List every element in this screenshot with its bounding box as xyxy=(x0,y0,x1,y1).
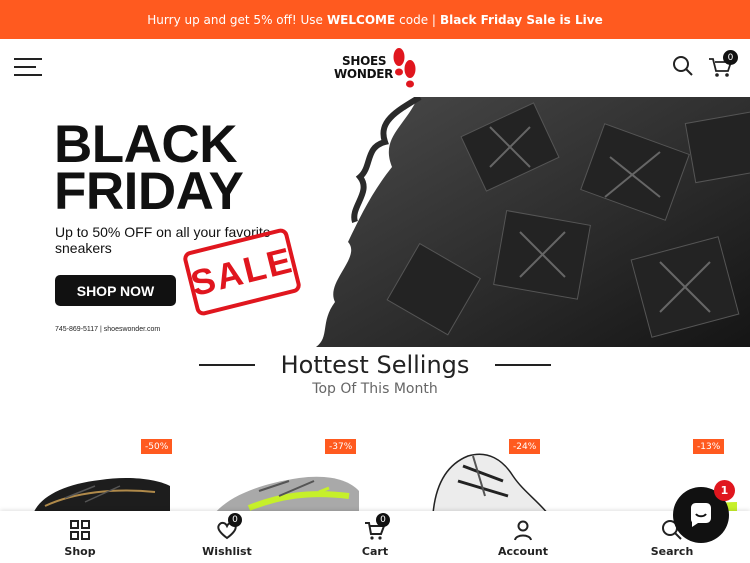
cart-count: 0 xyxy=(376,513,390,527)
bottom-navigation: Shop 0 Wishlist 0 Cart Account Search xyxy=(0,511,750,563)
product-card[interactable]: -50% xyxy=(5,436,185,514)
section-title: Hottest Sellings xyxy=(280,351,470,379)
site-header: SHOES WONDER 0 xyxy=(0,39,750,97)
section-subtitle: Top Of This Month xyxy=(312,381,438,397)
chat-notification-badge: 1 xyxy=(714,480,735,501)
hero-title-line1: BLACK xyxy=(54,115,237,174)
heart-icon: 0 xyxy=(216,513,242,541)
heading-divider-right xyxy=(495,364,552,366)
hero-title: BLACK FRIDAY xyxy=(54,115,244,221)
announcement-bar: Hurry up and get 5% off! Use WELCOME cod… xyxy=(0,0,750,39)
product-card[interactable]: -24% xyxy=(373,436,553,514)
discount-badge: -13% xyxy=(693,439,725,454)
product-grid: -50% -37% -24% -13% xyxy=(0,436,750,514)
header-cart-count: 0 xyxy=(723,50,738,65)
nav-account[interactable]: Account xyxy=(448,511,598,563)
announcement-highlight: Black Friday Sale is Live xyxy=(439,12,603,27)
nav-shop[interactable]: Shop xyxy=(5,511,155,563)
heading-divider-left xyxy=(198,364,255,366)
cart-icon: 0 xyxy=(364,513,390,541)
chat-bubble-icon xyxy=(691,503,711,527)
section-heading: Hottest Sellings xyxy=(0,347,750,383)
nav-wishlist[interactable]: 0 Wishlist xyxy=(152,511,302,563)
wishlist-count: 0 xyxy=(228,513,242,527)
discount-badge: -37% xyxy=(325,439,357,454)
hero-title-line2: FRIDAY xyxy=(54,162,244,221)
grid-icon xyxy=(69,519,91,541)
announcement-middle: code | xyxy=(399,12,436,27)
nav-account-label: Account xyxy=(497,545,549,558)
discount-badge: -50% xyxy=(141,439,173,454)
nav-shop-label: Shop xyxy=(64,545,96,558)
hero-contact: 745-869-5117 | shoeswonder.com xyxy=(55,326,161,333)
search-icon[interactable] xyxy=(672,55,694,77)
footprint-icon xyxy=(393,48,416,88)
announcement-prefix: Hurry up and get 5% off! Use xyxy=(147,12,323,27)
user-icon xyxy=(512,519,534,541)
nav-cart[interactable]: 0 Cart xyxy=(300,511,450,563)
site-logo[interactable]: SHOES WONDER xyxy=(334,47,418,91)
nav-wishlist-label: Wishlist xyxy=(202,545,252,558)
hero-banner[interactable]: BLACK FRIDAY Up to 50% OFF on all your f… xyxy=(0,97,750,347)
menu-icon[interactable] xyxy=(14,58,42,76)
nav-search-label: Search xyxy=(650,545,694,558)
nav-cart-label: Cart xyxy=(361,545,389,558)
announcement-code: WELCOME xyxy=(326,12,396,27)
product-card[interactable]: -37% xyxy=(189,436,369,514)
discount-badge: -24% xyxy=(509,439,541,454)
logo-line2: WONDER xyxy=(334,67,394,81)
shop-now-button[interactable]: SHOP NOW xyxy=(55,275,176,306)
